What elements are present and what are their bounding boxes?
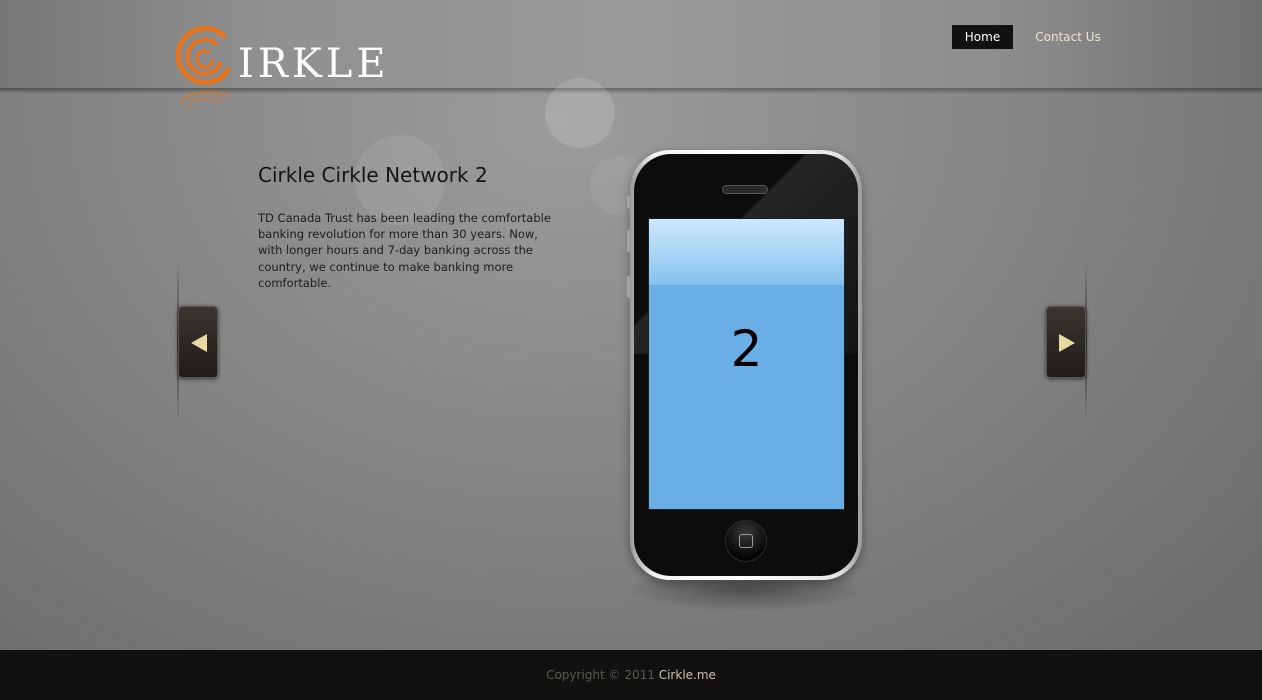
previous-slide-button[interactable] — [178, 306, 218, 378]
home-square-icon — [739, 534, 753, 548]
logo-wordmark: IRKLE — [238, 41, 390, 87]
logo[interactable]: IRKLE — [172, 24, 386, 114]
slide-number: 2 — [730, 320, 763, 378]
next-slide-button[interactable] — [1046, 306, 1086, 378]
nav-contact-link[interactable]: Contact Us — [1030, 25, 1106, 49]
footer-copyright: Copyright © 2011 — [546, 668, 655, 682]
phone-screen: 2 — [648, 218, 845, 510]
phone-speaker — [722, 185, 768, 194]
footer-site-link[interactable]: Cirkle.me — [659, 668, 716, 682]
phone-home-button — [725, 520, 767, 562]
phone-reflection — [624, 578, 868, 628]
slide-title: Cirkle Cirkle Network 2 — [258, 163, 488, 187]
screen-gloss-bar — [649, 219, 844, 285]
triangle-right-icon — [1059, 334, 1075, 352]
footer: Copyright © 2011 Cirkle.me — [0, 650, 1262, 700]
bokeh-light — [545, 78, 615, 148]
slide-description: TD Canada Trust has been leading the com… — [258, 211, 551, 290]
triangle-left-icon — [191, 334, 207, 352]
nav-home-link[interactable]: Home — [952, 25, 1013, 49]
